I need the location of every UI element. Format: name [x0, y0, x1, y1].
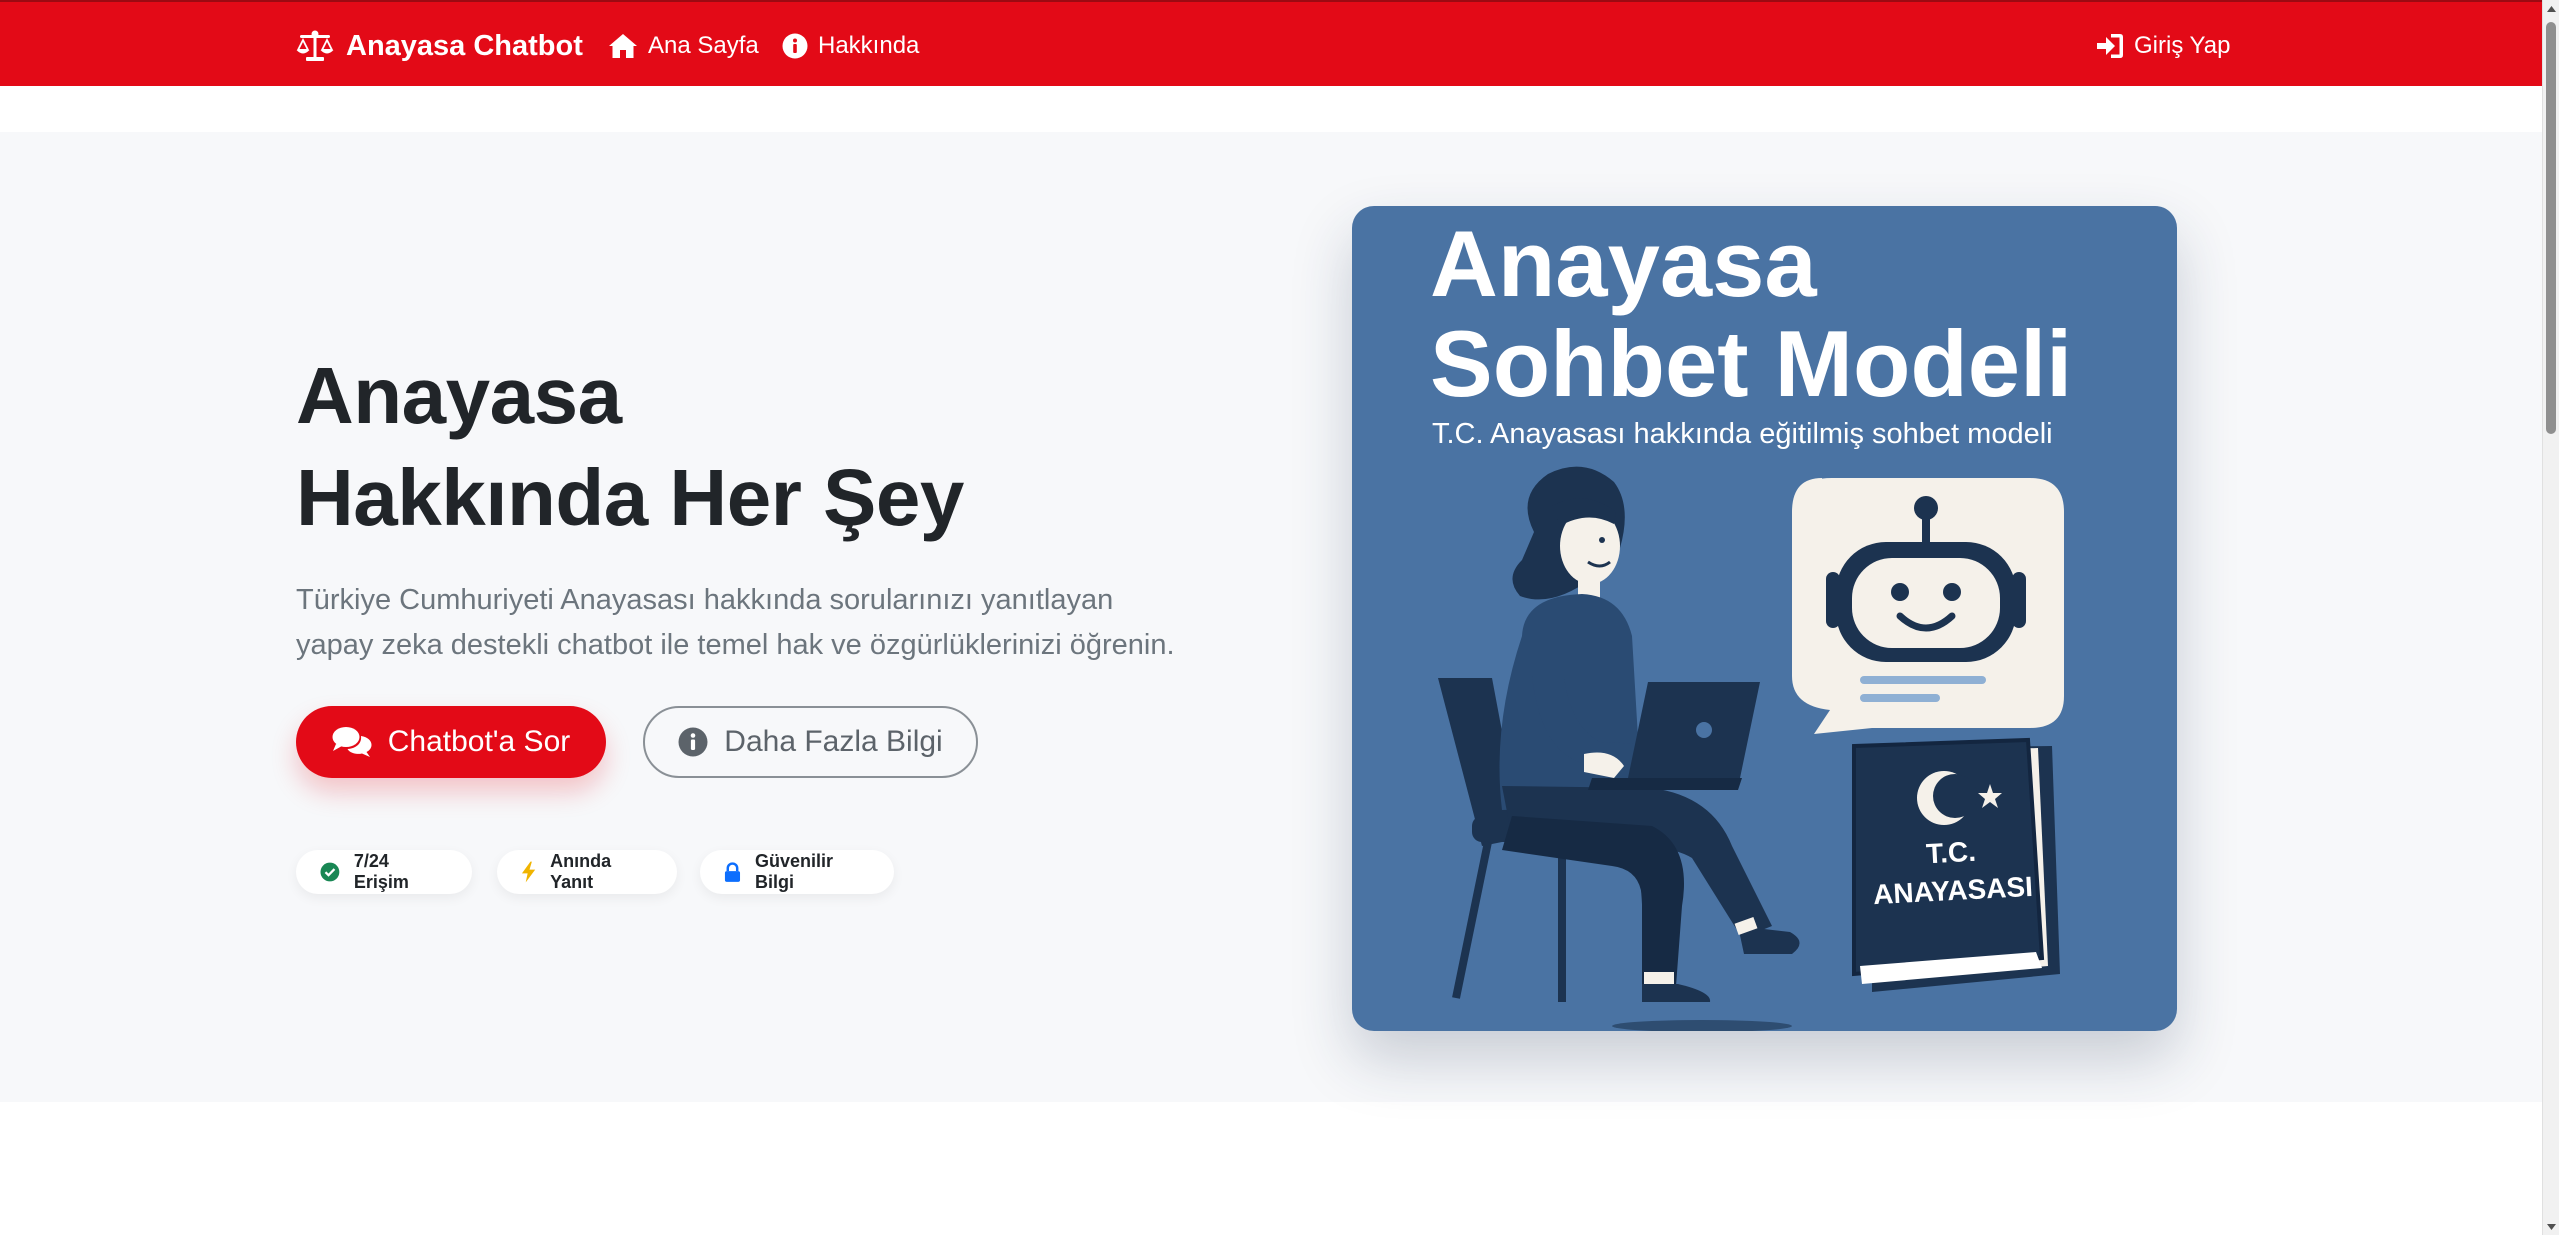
feature-badge-instant-label: Anında Yanıt	[550, 851, 612, 892]
hero-illustration: Anayasa Sohbet Modeli T.C. Anayasası hak…	[1352, 206, 2177, 1031]
info-circle-icon	[782, 33, 808, 59]
nav-link-home-label: Ana Sayfa	[648, 32, 759, 59]
info-circle-icon	[678, 727, 708, 757]
nav-link-home[interactable]: Ana Sayfa	[608, 26, 759, 66]
brand-link[interactable]: Anayasa Chatbot	[296, 26, 583, 66]
more-info-button[interactable]: Daha Fazla Bilgi	[643, 706, 978, 778]
home-icon	[609, 34, 637, 58]
ask-chatbot-label: Chatbot'a Sor	[387, 725, 571, 758]
ask-chatbot-button[interactable]: Chatbot'a Sor	[296, 706, 606, 778]
login-link[interactable]: Giriş Yap	[2096, 26, 2230, 66]
more-info-label: Daha Fazla Bilgi	[724, 725, 943, 758]
nav-link-about[interactable]: Hakkında	[782, 26, 919, 66]
hero-title: Anayasa Hakkında Her Şey	[296, 345, 1196, 549]
login-label: Giriş Yap	[2134, 32, 2231, 59]
feature-badge-reliable: Güvenilir Bilgi	[700, 850, 894, 894]
feature-badge-access-label: 7/24 Erişim	[353, 851, 409, 892]
scale-balance-icon	[296, 30, 334, 61]
scroll-down-arrow-icon[interactable]	[2543, 1218, 2559, 1235]
hero-title-line-1: Anayasa	[296, 351, 622, 440]
hero-description: Türkiye Cumhuriyeti Anayasası hakkında s…	[296, 578, 1256, 668]
page-scrollbar[interactable]	[2542, 0, 2559, 1235]
brand-name: Anayasa Chatbot	[346, 29, 583, 62]
feature-badge-access: 7/24 Erişim	[296, 850, 472, 894]
illustration-title-line-2: Sohbet Modeli	[1430, 311, 2073, 416]
hero-description-line-1: Türkiye Cumhuriyeti Anayasası hakkında s…	[296, 584, 1114, 616]
illustration-title: Anayasa Sohbet Modeli	[1430, 214, 2150, 414]
hero-description-line-2: yapay zeka destekli chatbot ile temel ha…	[296, 629, 1175, 661]
illustration-title-line-1: Anayasa	[1430, 211, 1817, 316]
feature-badge-reliable-label: Güvenilir Bilgi	[754, 851, 833, 892]
illustration-subtitle: T.C. Anayasası hakkında eğitilmiş sohbet…	[1432, 418, 2053, 450]
navbar: Anayasa Chatbot Ana Sayfa Hakkında Giriş…	[0, 0, 2542, 86]
book-label: T.C. ANAYASASI	[1850, 829, 2054, 915]
bolt-icon	[521, 861, 536, 883]
scrollbar-thumb[interactable]	[2546, 22, 2556, 434]
hero-title-line-2: Hakkında Her Şey	[296, 453, 964, 542]
lock-icon	[724, 861, 741, 882]
feature-badge-instant: Anında Yanıt	[497, 850, 677, 894]
scroll-up-arrow-icon[interactable]	[2543, 0, 2559, 17]
check-circle-icon	[320, 862, 340, 882]
nav-link-about-label: Hakkında	[818, 32, 920, 59]
sign-in-icon	[2097, 34, 2123, 58]
comments-icon	[332, 727, 372, 757]
